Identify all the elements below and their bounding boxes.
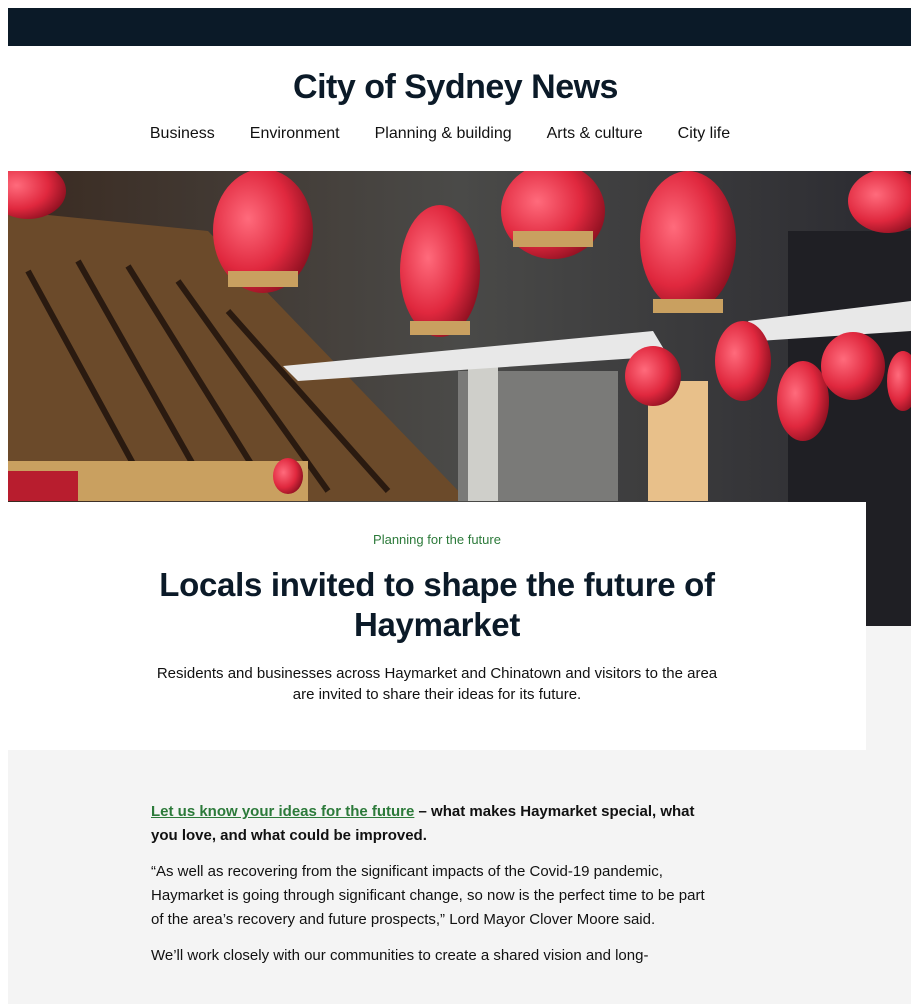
ideas-link[interactable]: Let us know your ideas for the future	[151, 803, 414, 820]
article-paragraph: We’ll work closely with our communities …	[151, 947, 649, 964]
nav-item-business[interactable]: Business	[150, 125, 215, 143]
main-nav: Business Environment Planning & building…	[110, 125, 770, 143]
site-title[interactable]: City of Sydney News	[0, 68, 911, 107]
article-header-card: Planning for the future Locals invited t…	[8, 502, 866, 750]
article-standfirst: Residents and businesses across Haymarke…	[156, 665, 718, 703]
nav-item-environment[interactable]: Environment	[250, 125, 340, 143]
article-quote: “As well as recovering from the signific…	[151, 863, 705, 928]
nav-item-planning-building[interactable]: Planning & building	[375, 125, 512, 143]
nav-item-city-life[interactable]: City life	[678, 125, 730, 143]
nav-item-arts-culture[interactable]: Arts & culture	[547, 125, 643, 143]
article-body: Let us know your ideas for the future – …	[151, 800, 711, 980]
top-bar	[8, 8, 911, 46]
article-lead: Let us know your ideas for the future – …	[151, 800, 711, 848]
article-kicker[interactable]: Planning for the future	[8, 532, 866, 547]
article-headline: Locals invited to shape the future of Ha…	[159, 566, 715, 643]
